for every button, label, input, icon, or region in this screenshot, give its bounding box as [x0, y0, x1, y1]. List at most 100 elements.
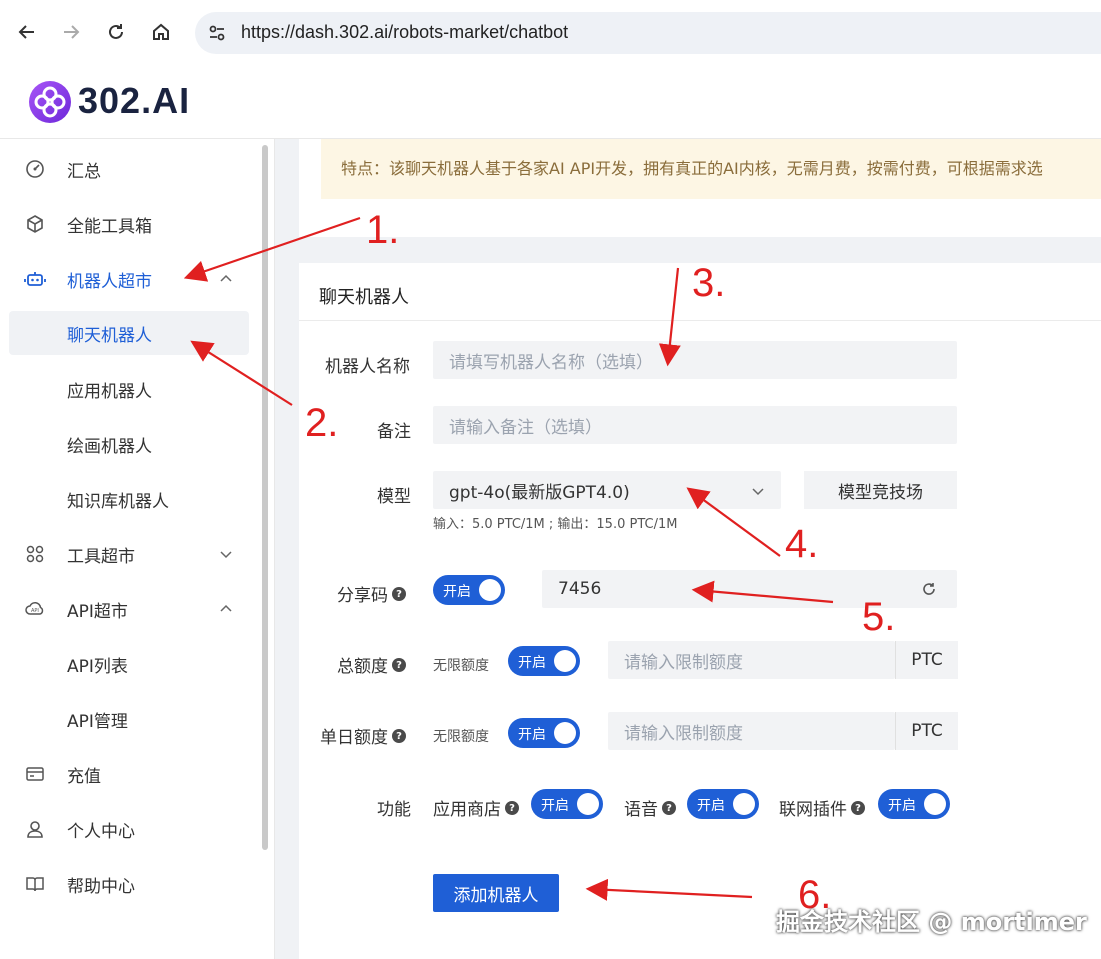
voice-label: 语音? [624, 795, 676, 820]
sidebar-item-label: 充值 [67, 766, 101, 787]
sidebar-item-label: 工具超市 [67, 546, 135, 567]
feature-notice: 特点：该聊天机器人基于各家AI API开发，拥有真正的AI内核，无需月费，按需付… [321, 139, 1101, 199]
sidebar-scrollbar[interactable] [262, 145, 268, 850]
unlimited-label: 无限额度 [433, 729, 489, 745]
feature-label: 功能 [377, 800, 411, 820]
logo-text: 302.AI [78, 80, 191, 121]
sidebar-item-label: 应用机器人 [67, 381, 152, 402]
web-plugin-label: 联网插件? [779, 795, 865, 820]
daily-quota-label: 单日额度? [320, 723, 406, 748]
sidebar-item-label: API超市 [67, 601, 128, 622]
app-store-toggle[interactable]: 开启 [531, 789, 603, 819]
app-header: 302.AI [0, 64, 1101, 139]
help-icon[interactable]: ? [662, 801, 676, 815]
sidebar-item-toolbox[interactable]: 全能工具箱 [0, 202, 256, 246]
sidebar-item-label: 帮助中心 [67, 876, 135, 897]
sidebar-item-label: 汇总 [67, 161, 101, 182]
notice-text: 特点：该聊天机器人基于各家AI API开发，拥有真正的AI内核，无需月费，按需付… [341, 159, 1043, 178]
card-title: 聊天机器人 [319, 287, 409, 308]
intro-card: 特点：该聊天机器人基于各家AI API开发，拥有真正的AI内核，无需月费，按需付… [299, 139, 1101, 237]
web-plugin-toggle[interactable]: 开启 [878, 789, 950, 819]
model-select[interactable]: gpt-4o(最新版GPT4.0) [433, 471, 781, 509]
back-arrow-icon[interactable] [13, 18, 41, 46]
sidebar-item-api-market[interactable]: API API超市 [0, 587, 256, 631]
help-icon[interactable]: ? [392, 587, 406, 601]
note-label: 备注 [377, 422, 411, 442]
unit-suffix: PTC [895, 641, 958, 679]
total-quota-input[interactable]: 请输入限制额度 [608, 641, 895, 679]
sidebar-item-label: 绘画机器人 [67, 436, 152, 457]
add-robot-button[interactable]: 添加机器人 [433, 874, 559, 912]
sidebar-item-app-robot[interactable]: 应用机器人 [0, 367, 256, 411]
sidebar-item-api-list[interactable]: API列表 [0, 642, 256, 686]
model-value: gpt-4o(最新版GPT4.0) [449, 482, 630, 503]
home-icon[interactable] [147, 18, 175, 46]
watermark: 掘金技术社区 @ mortimer [776, 908, 1087, 936]
sidebar-item-label: API管理 [67, 711, 128, 732]
help-icon[interactable]: ? [392, 729, 406, 743]
robot-name-input[interactable]: 请填写机器人名称（选填） [433, 341, 957, 379]
sidebar-item-label: 知识库机器人 [67, 491, 169, 512]
cube-icon [24, 213, 46, 235]
sidebar-item-knowledge-robot[interactable]: 知识库机器人 [0, 477, 256, 521]
forward-arrow-icon[interactable] [57, 18, 85, 46]
robot-name-label: 机器人名称 [325, 357, 410, 377]
address-bar[interactable]: https://dash.302.ai/robots-market/chatbo… [195, 12, 1101, 54]
sidebar-item-tool-market[interactable]: 工具超市 [0, 532, 256, 576]
chevron-down-icon [751, 483, 765, 503]
chatbot-form-card: 聊天机器人 机器人名称 请填写机器人名称（选填） 备注 请输入备注（选填） 模型… [299, 263, 1101, 959]
model-price-text: 输入：5.0 PTC/1M ; 输出：15.0 PTC/1M [433, 517, 678, 532]
voice-toggle[interactable]: 开启 [687, 789, 759, 819]
book-icon [24, 873, 46, 895]
model-arena-button[interactable]: 模型竞技场 [804, 471, 957, 509]
site-settings-icon[interactable] [207, 23, 227, 47]
daily-quota-input[interactable]: 请输入限制额度 [608, 712, 895, 750]
sidebar-item-help[interactable]: 帮助中心 [0, 862, 256, 906]
share-code-toggle[interactable]: 开启 [433, 575, 505, 605]
sidebar-item-chatbot[interactable]: 聊天机器人 [9, 311, 249, 355]
sidebar-item-label: 机器人超市 [67, 271, 152, 292]
share-code-label: 分享码? [337, 581, 406, 606]
sidebar-item-recharge[interactable]: 充值 [0, 752, 256, 796]
svg-text:API: API [31, 608, 39, 614]
share-code-value: 7456 [558, 579, 602, 599]
reload-icon[interactable] [102, 18, 130, 46]
grid-icon [24, 543, 46, 565]
total-quota-toggle[interactable]: 开启 [508, 646, 580, 676]
daily-quota-toggle[interactable]: 开启 [508, 718, 580, 748]
chevron-up-icon [218, 601, 234, 617]
chevron-up-icon [218, 271, 234, 287]
sidebar-item-label: 个人中心 [67, 821, 135, 842]
app-store-label: 应用商店? [433, 795, 519, 820]
browser-toolbar: https://dash.302.ai/robots-market/chatbo… [0, 0, 1101, 65]
sidebar-item-label: API列表 [67, 656, 128, 677]
card-icon [24, 763, 46, 785]
user-icon [24, 818, 46, 840]
total-quota-label: 总额度? [337, 652, 406, 677]
sidebar-item-summary[interactable]: 汇总 [0, 147, 256, 191]
url-text: https://dash.302.ai/robots-market/chatbo… [241, 22, 569, 42]
logo-icon[interactable] [28, 80, 72, 128]
model-label: 模型 [377, 487, 411, 507]
dashboard-icon [24, 158, 46, 180]
help-icon[interactable]: ? [505, 801, 519, 815]
unlimited-label: 无限额度 [433, 658, 489, 674]
sidebar: 汇总 全能工具箱 机器人超市 聊天机器人 应用机器人 绘画机器人 知识库机器人 … [0, 139, 275, 959]
sidebar-item-drawing-robot[interactable]: 绘画机器人 [0, 422, 256, 466]
refresh-icon[interactable] [921, 581, 937, 602]
help-icon[interactable]: ? [851, 801, 865, 815]
sidebar-item-label: 聊天机器人 [67, 325, 152, 346]
unit-suffix: PTC [895, 712, 958, 750]
share-code-input[interactable]: 7456 [542, 570, 957, 608]
divider [299, 320, 1101, 321]
note-input[interactable]: 请输入备注（选填） [433, 406, 957, 444]
sidebar-item-profile[interactable]: 个人中心 [0, 807, 256, 851]
sidebar-item-api-manage[interactable]: API管理 [0, 697, 256, 741]
api-cloud-icon: API [24, 598, 46, 620]
sidebar-item-robot-market[interactable]: 机器人超市 [0, 257, 256, 301]
main-content: 特点：该聊天机器人基于各家AI API开发，拥有真正的AI内核，无需月费，按需付… [275, 139, 1101, 959]
sidebar-item-label: 全能工具箱 [67, 216, 152, 237]
chevron-down-icon [218, 546, 234, 562]
robot-icon [24, 268, 46, 290]
help-icon[interactable]: ? [392, 658, 406, 672]
